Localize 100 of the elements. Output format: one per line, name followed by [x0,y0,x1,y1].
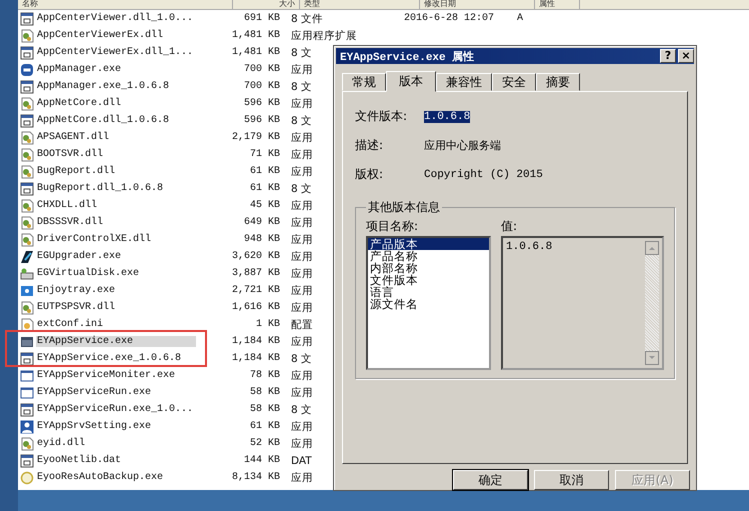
file-size: 45 KB [248,200,280,211]
list-item[interactable]: 产品版本 [368,238,489,250]
list-item[interactable]: 语言 [368,286,489,298]
dialog-button[interactable]: 确定 [453,470,528,490]
file-attribute: A [517,13,524,24]
file-size: 649 KB [242,217,280,228]
value-label: 值: [501,218,518,236]
file-name[interactable]: DriverControlXE.dll [36,234,196,245]
file-name[interactable]: Enjoytray.exe [36,285,196,296]
field-value: 应用中心服务端 [424,138,501,154]
file-type: 应用 [291,232,314,246]
file-size: 596 KB [242,115,280,126]
file-type: 应用 [291,386,314,400]
file-size: 61 KB [248,166,280,177]
field-label: 文件版本: [355,108,408,126]
file-size: 1,481 KB [230,47,280,58]
field-value: 1.0.6.8 [424,110,470,123]
file-type: 8 文 [291,46,314,60]
file-type: 应用 [291,436,314,450]
file-name[interactable]: BugReport.dll [36,166,196,177]
file-name[interactable]: EGUpgrader.exe [36,251,196,262]
file-name[interactable]: APSAGENT.dll [36,132,196,143]
file-name[interactable]: AppCenterViewerEx.dll_1... [36,47,196,58]
list-item[interactable]: 内部名称 [368,262,489,274]
file-size: 52 KB [248,438,280,449]
file-name[interactable]: AppCenterViewerEx.dll [36,30,196,41]
file-type: 8 文 [291,352,314,366]
file-size: 2,179 KB [230,132,280,143]
file-name[interactable]: EYAppSrvSetting.exe [36,421,196,432]
file-name[interactable]: EYAppService.exe [36,336,196,347]
field-value: Copyright (C) 2015 [424,168,543,181]
file-name[interactable]: EyooNetlib.dat [36,455,196,466]
file-name[interactable]: extConf.ini [36,319,196,330]
upgrade-icon [20,250,34,264]
file-type: 8 文 [291,80,314,94]
file-size: 948 KB [242,234,280,245]
close-button[interactable]: × [678,49,694,64]
file-name[interactable]: EYAppServiceMoniter.exe [36,370,196,381]
file-size: 8,134 KB [230,472,280,483]
file-type: 应用 [291,96,314,110]
file-size: 3,887 KB [230,268,280,279]
file-name[interactable]: EGVirtualDisk.exe [36,268,196,279]
file-name[interactable]: AppManager.exe [36,64,196,75]
file-size: 58 KB [248,404,280,415]
value-text: 1.0.6.8 [505,240,554,256]
file-type: 8 文 [291,114,314,128]
file-size: 1,184 KB [230,353,280,364]
file-size: 61 KB [248,183,280,194]
help-button[interactable]: ? [660,49,676,64]
field-label: 描述: [355,137,384,154]
file-name[interactable]: AppCenterViewer.dll_1.0... [36,13,196,24]
file-size: 3,620 KB [230,251,280,262]
file-type: 应用 [291,266,314,280]
tab[interactable]: 版本 [386,71,436,92]
file-name[interactable]: EUTPSPSVR.dll [36,302,196,313]
file-type: 应用程序扩展 [291,28,357,42]
file-type: DAT [291,454,313,466]
file-type: 应用 [291,470,314,484]
file-size: 1,184 KB [230,336,280,347]
file-name[interactable]: CHXDLL.dll [36,200,196,211]
file-name[interactable]: BugReport.dll_1.0.6.8 [36,183,196,194]
file-type: 应用 [291,130,314,144]
list-item[interactable]: 产品名称 [368,250,489,262]
tab[interactable]: 摘要 [536,73,580,92]
scroll-up-icon[interactable] [645,241,659,256]
group-title: 其他版本信息 [367,199,441,216]
scroll-down-icon[interactable] [645,351,659,366]
list-item[interactable]: 文件版本 [368,274,489,286]
tab[interactable]: 兼容性 [436,73,492,92]
file-type: 应用 [291,334,314,348]
file-type: 应用 [291,62,314,76]
file-size: 61 KB [248,421,280,432]
file-type: 应用 [291,300,314,314]
file-size: 691 KB [242,13,280,24]
file-name[interactable]: BOOTSVR.dll [36,149,196,160]
file-name[interactable]: EYAppServiceRun.exe [36,387,196,398]
file-name[interactable]: AppNetCore.dll [36,98,196,109]
dialog-button[interactable]: 取消 [534,470,609,490]
file-name[interactable]: AppManager.exe_1.0.6.8 [36,81,196,92]
file-size: 700 KB [242,64,280,75]
file-date: 2016-6-28 12:07 [404,13,494,24]
file-size: 596 KB [242,98,280,109]
list-item[interactable]: 源文件名 [368,298,489,310]
file-type: 8 文 [291,182,314,196]
file-type: 配置 [291,318,314,332]
tab[interactable]: 安全 [492,73,536,92]
file-name[interactable]: AppNetCore.dll_1.0.6.8 [36,115,196,126]
file-name[interactable]: eyid.dll [36,438,196,449]
file-name[interactable]: EyooResAutoBackup.exe [36,472,196,483]
file-type: 应用 [291,216,314,230]
window-title: EYAppService.exe 属性 [340,50,476,64]
file-name[interactable]: DBSSSVR.dll [36,217,196,228]
list-label: 项目名称: [366,218,420,236]
file-name[interactable]: EYAppService.exe_1.0.6.8 [36,353,196,364]
file-name[interactable]: EYAppServiceRun.exe_1.0... [36,404,196,415]
file-type: 8 文件 [291,12,324,26]
tab[interactable]: 常规 [342,73,386,92]
file-size: 78 KB [248,370,280,381]
scrollbar[interactable] [645,241,659,366]
file-type: 应用 [291,250,314,264]
